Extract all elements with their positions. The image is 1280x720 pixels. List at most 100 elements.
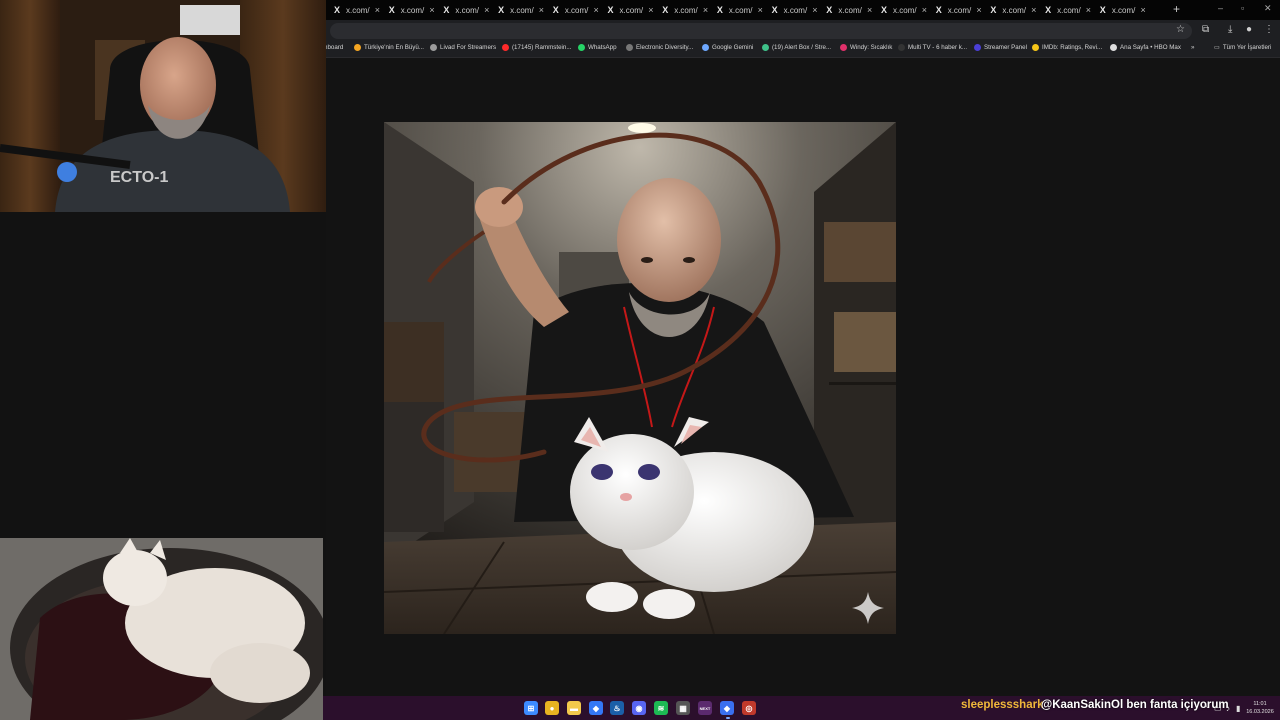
browser-tab[interactable]: Xx.com/ × (772, 3, 823, 17)
x-logo-icon: X (388, 5, 395, 15)
browser-tab[interactable]: Xx.com/ × (389, 3, 440, 17)
bookmark-item[interactable]: WhatsApp (578, 44, 617, 51)
browser-tab[interactable]: Xx.com/ × (553, 3, 604, 17)
browser-tab[interactable]: Xx.com/ × (990, 3, 1041, 17)
bookmark-favicon-icon (762, 44, 769, 51)
bookmark-item[interactable]: Windy: Sıcaklık (840, 44, 892, 51)
bookmark-star-icon[interactable]: ☆ (1176, 24, 1185, 35)
address-bar[interactable] (330, 23, 1192, 39)
bookmark-item[interactable]: hboard (326, 44, 343, 51)
bookmarks-overflow-button[interactable]: » (1191, 44, 1194, 51)
x-logo-icon: X (552, 5, 559, 15)
generated-image-artwork (384, 122, 896, 634)
bookmark-item[interactable]: Electronic Diversity... (626, 44, 693, 51)
next-taskbar-icon[interactable]: NEXT (698, 701, 712, 715)
bookmark-item[interactable]: Multi TV - 6 haber k... (898, 44, 967, 51)
x-logo-icon: X (881, 5, 888, 15)
window-maximize-button[interactable]: ▫ (1241, 3, 1244, 13)
battery-icon[interactable]: ▮ (1236, 704, 1240, 713)
x-logo-icon: X (334, 5, 341, 15)
chrome-taskbar-icon[interactable]: ● (545, 701, 559, 715)
discord-taskbar-icon[interactable]: ◉ (632, 701, 646, 715)
all-bookmarks-label: Tüm Yer İşaretleri (1222, 44, 1272, 51)
network-icon[interactable]: ▭ (1214, 704, 1222, 713)
tab-close-icon[interactable]: × (375, 5, 380, 15)
bookmark-item[interactable]: (17145) Rammstein... (502, 44, 572, 51)
window-minimize-button[interactable]: – (1218, 3, 1223, 13)
tab-close-icon[interactable]: × (758, 5, 763, 15)
tab-close-icon[interactable]: × (867, 5, 872, 15)
active-app-indicator (726, 717, 730, 719)
tab-close-icon[interactable]: × (703, 5, 708, 15)
tab-label: x.com/ (728, 5, 753, 15)
tab-close-icon[interactable]: × (648, 5, 653, 15)
browser-tab[interactable]: Xx.com/ × (826, 3, 877, 17)
bookmark-label: (17145) Rammstein... (512, 44, 572, 51)
volume-icon[interactable]: ♪ (1226, 704, 1230, 713)
browser-toolbar: ☆ ⧉ ⤓ ● ⋮ (326, 20, 1280, 42)
clock-date: 16.03.2026 (1246, 709, 1274, 715)
tray-chevron-icon[interactable]: ^ (1204, 704, 1208, 713)
download-icon[interactable]: ⤓ (1228, 24, 1232, 35)
start-taskbar-icon[interactable]: ⊞ (524, 701, 538, 715)
all-bookmarks-button[interactable]: ▭ Tüm Yer İşaretleri (1214, 44, 1271, 51)
tab-label: x.com/ (400, 5, 425, 15)
tab-label: x.com/ (783, 5, 808, 15)
x-logo-icon: X (1099, 5, 1106, 15)
window-close-button[interactable]: ✕ (1264, 3, 1272, 14)
browser-tab[interactable]: Xx.com/ × (608, 3, 659, 17)
tab-close-icon[interactable]: × (1140, 5, 1145, 15)
bookmark-item[interactable]: Google Gemini (702, 44, 753, 51)
bookmark-item[interactable]: IMDb: Ratings, Revi... (1032, 44, 1102, 51)
app-active-taskbar-icon[interactable]: ◆ (720, 701, 734, 715)
steam-taskbar-icon[interactable]: ♨ (610, 701, 624, 715)
menu-icon[interactable]: ⋮ (1264, 24, 1274, 35)
browser-tab[interactable]: Xx.com/ × (498, 3, 549, 17)
tab-close-icon[interactable]: × (429, 5, 434, 15)
tab-close-icon[interactable]: × (484, 5, 489, 15)
bookmark-favicon-icon (430, 44, 437, 51)
svg-text:ECTO-1: ECTO-1 (110, 169, 168, 186)
bookmark-label: WhatsApp (588, 44, 617, 51)
tab-close-icon[interactable]: × (812, 5, 817, 15)
bookmark-item[interactable]: Ana Sayfa • HBO Max (1110, 44, 1181, 51)
bookmark-label: Türkiye'nin En Büyü... (364, 44, 424, 51)
browser-tab[interactable]: Xx.com/ × (662, 3, 713, 17)
bookmark-label: Google Gemini (712, 44, 754, 51)
app-blue-taskbar-icon[interactable]: ◆ (589, 701, 603, 715)
cat-cam-overlay (0, 538, 323, 720)
bookmark-item[interactable]: Streamer Panel (974, 44, 1027, 51)
browser-tab[interactable]: Xx.com/ × (936, 3, 987, 17)
browser-tab[interactable]: Xx.com/ × (881, 3, 932, 17)
bookmark-favicon-icon (1110, 44, 1117, 51)
taskbar-clock[interactable]: 11:01 16.03.2026 (1243, 700, 1277, 716)
tab-close-icon[interactable]: × (539, 5, 544, 15)
obs-taskbar-icon[interactable]: ◎ (742, 701, 756, 715)
tab-close-icon[interactable]: × (1086, 5, 1091, 15)
bookmark-item[interactable]: Livad For Streamers (430, 44, 496, 51)
bookmark-item[interactable]: (19) Alert Box / Stre... (762, 44, 831, 51)
profile-icon[interactable]: ● (1246, 24, 1252, 35)
browser-tab[interactable]: Xx.com/ × (443, 3, 494, 17)
tab-close-icon[interactable]: × (593, 5, 598, 15)
extensions-icon[interactable]: ⧉ (1202, 24, 1209, 35)
bookmark-favicon-icon (702, 44, 709, 51)
tab-close-icon[interactable]: × (1031, 5, 1036, 15)
tab-close-icon[interactable]: × (976, 5, 981, 15)
file-explorer-taskbar-icon[interactable]: ▬ (567, 701, 581, 715)
browser-tab[interactable]: Xx.com/ × (334, 3, 385, 17)
browser-tab[interactable]: Xx.com/ × (1045, 3, 1096, 17)
spotify-taskbar-icon[interactable]: ≋ (654, 701, 668, 715)
tab-label: x.com/ (1057, 5, 1081, 15)
new-tab-button[interactable]: + (1173, 2, 1180, 16)
x-logo-icon: X (607, 5, 614, 15)
x-logo-icon: X (443, 5, 450, 15)
generated-image[interactable] (384, 122, 896, 634)
browser-tab[interactable]: Xx.com/ × (717, 3, 768, 17)
bookmark-item[interactable]: Türkiye'nin En Büyü... (354, 44, 424, 51)
tab-close-icon[interactable]: × (922, 5, 927, 15)
browser-tab[interactable]: Xx.com/ × (1100, 3, 1151, 17)
tab-label: x.com/ (1002, 5, 1026, 15)
bookmark-favicon-icon (354, 44, 361, 51)
calculator-taskbar-icon[interactable]: ▦ (676, 701, 690, 715)
